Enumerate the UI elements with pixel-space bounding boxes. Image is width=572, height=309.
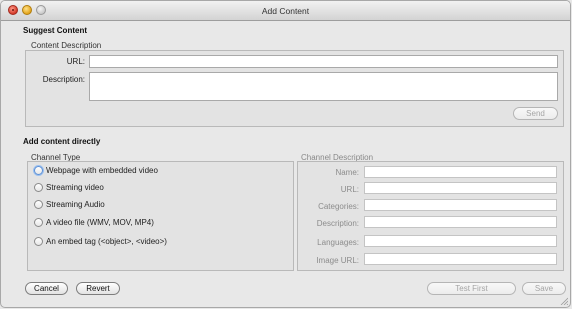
channel-languages-input[interactable] [364, 235, 557, 247]
cancel-button[interactable]: Cancel [25, 282, 68, 295]
channel-description-label: Description: [316, 219, 359, 228]
url-label: URL: [66, 57, 85, 66]
channel-type-group [27, 161, 294, 271]
radio-button[interactable] [34, 183, 43, 192]
content-description-group-label: Content Description [31, 41, 102, 50]
channel-type-option-label: Streaming video [46, 183, 104, 192]
radio-button[interactable] [34, 237, 43, 246]
title-bar: Add Content [1, 1, 570, 21]
channel-url-input[interactable] [364, 182, 557, 194]
channel-type-option-label: A video file (WMV, MOV, MP4) [46, 218, 154, 227]
radio-button[interactable] [34, 218, 43, 227]
send-button[interactable]: Send [513, 107, 558, 120]
channel-image-url-input[interactable] [364, 253, 557, 265]
channel-type-option-label: An embed tag (<object>, <video>) [46, 237, 167, 246]
channel-name-label: Name: [335, 168, 359, 177]
radio-button[interactable] [34, 200, 43, 209]
suggest-url-input[interactable] [89, 55, 558, 68]
radio-button[interactable] [34, 166, 43, 175]
save-button[interactable]: Save [522, 282, 566, 295]
revert-button[interactable]: Revert [76, 282, 120, 295]
suggest-description-input[interactable] [89, 72, 558, 101]
channel-categories-label: Categories: [318, 202, 359, 211]
channel-url-label: URL: [340, 185, 359, 194]
suggest-content-heading: Suggest Content [23, 26, 87, 35]
resize-grip-icon[interactable] [560, 297, 568, 305]
channel-description-input[interactable] [364, 216, 557, 228]
description-label: Description: [42, 75, 85, 84]
channel-image-url-label: Image URL: [316, 256, 359, 265]
window-title: Add Content [261, 6, 310, 16]
channel-name-input[interactable] [364, 166, 557, 178]
channel-languages-label: Languages: [317, 238, 359, 247]
channel-type-option-label: Webpage with embedded video [46, 166, 158, 175]
add-content-window: Add Content Suggest Content Content Desc… [0, 0, 571, 308]
channel-categories-input[interactable] [364, 199, 557, 211]
add-content-directly-heading: Add content directly [23, 137, 101, 146]
channel-type-option-label: Streaming Audio [46, 200, 105, 209]
test-first-button[interactable]: Test First [427, 282, 516, 295]
